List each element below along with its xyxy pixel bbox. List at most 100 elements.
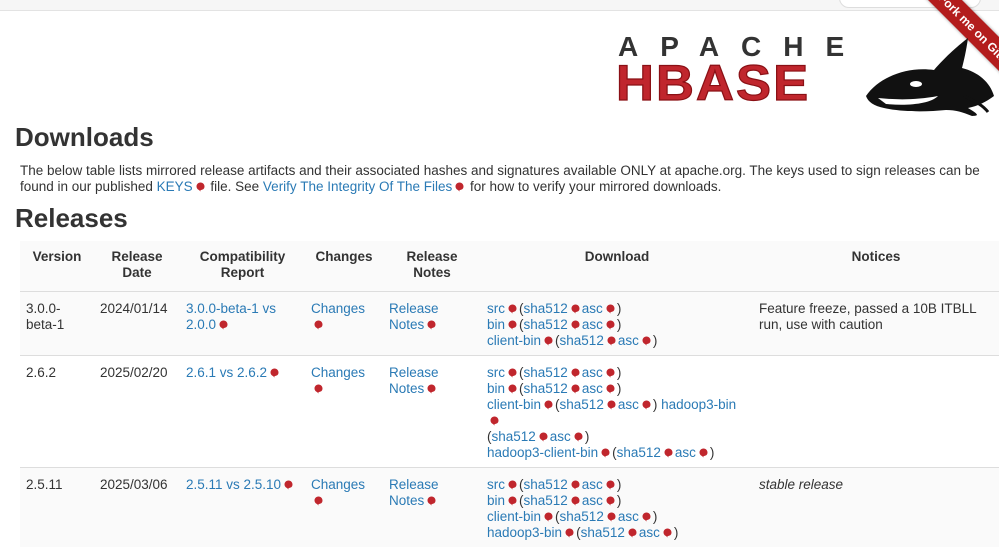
cell-changes: Changes	[305, 468, 383, 547]
client-bin-link[interactable]: client-bin	[487, 397, 541, 412]
src-link[interactable]: src	[487, 301, 505, 316]
sha512-link[interactable]: sha512	[560, 509, 604, 524]
cell-notices	[753, 356, 999, 468]
sha512-link[interactable]: sha512	[581, 525, 625, 540]
orca-icon	[866, 38, 994, 116]
cell-release-notes: Release Notes	[383, 356, 481, 468]
asc-link[interactable]: asc	[582, 493, 603, 508]
asc-link[interactable]: asc	[582, 365, 603, 380]
intro-text-2: file. See	[207, 179, 263, 194]
header-download: Download	[481, 241, 753, 292]
bin-link[interactable]: bin	[487, 493, 505, 508]
asc-link[interactable]: asc	[618, 333, 639, 348]
hadoop3-client-bin-link[interactable]: hadoop3-client-bin	[487, 445, 598, 460]
external-link-icon	[539, 430, 548, 440]
external-link-icon	[642, 398, 651, 408]
asc-link[interactable]: asc	[618, 397, 639, 412]
header-notices: Notices	[753, 241, 999, 292]
cell-download: src(sha512asc) bin(sha512asc) client-bin…	[481, 356, 753, 468]
intro-text-3: for how to verify your mirrored download…	[466, 179, 721, 194]
cell-version: 2.6.2	[20, 356, 94, 468]
sha512-link[interactable]: sha512	[524, 317, 568, 332]
changes-link[interactable]: Changes	[311, 477, 365, 492]
asc-link[interactable]: asc	[582, 301, 603, 316]
external-link-icon	[606, 318, 615, 328]
sha512-link[interactable]: sha512	[524, 365, 568, 380]
sha512-link[interactable]: sha512	[617, 445, 661, 460]
cell-notices: Feature freeze, passed a 10B ITBLL run, …	[753, 292, 999, 356]
external-link-icon	[508, 302, 517, 312]
header-release-notes: Release Notes	[383, 241, 481, 292]
compat-report-link[interactable]: 2.6.1 vs 2.6.2	[186, 365, 267, 380]
sha512-link[interactable]: sha512	[492, 429, 536, 444]
header-changes: Changes	[305, 241, 383, 292]
cell-compat: 2.6.1 vs 2.6.2	[180, 356, 305, 468]
external-link-icon	[508, 478, 517, 488]
sha512-link[interactable]: sha512	[524, 477, 568, 492]
external-link-icon	[699, 446, 708, 456]
hbase-logo[interactable]: APACHE HBASE	[616, 26, 996, 116]
sha512-link[interactable]: sha512	[524, 493, 568, 508]
sha512-link[interactable]: sha512	[524, 381, 568, 396]
changes-link[interactable]: Changes	[311, 301, 365, 316]
external-link-icon	[571, 382, 580, 392]
cell-changes: Changes	[305, 292, 383, 356]
external-link-icon	[571, 478, 580, 488]
sha512-link[interactable]: sha512	[524, 301, 568, 316]
external-link-icon	[571, 366, 580, 376]
page-title: Downloads	[15, 122, 154, 153]
external-link-icon	[427, 318, 436, 328]
hadoop3-bin-link[interactable]: hadoop3-bin	[487, 525, 562, 540]
verify-integrity-link[interactable]: Verify The Integrity Of The Files	[263, 179, 452, 194]
keys-link[interactable]: KEYS	[157, 179, 193, 194]
external-link-icon	[606, 302, 615, 312]
asc-link[interactable]: asc	[582, 317, 603, 332]
cell-release-date: 2025/03/06	[94, 468, 180, 547]
cell-release-date: 2025/02/20	[94, 356, 180, 468]
compat-report-link[interactable]: 2.5.11 vs 2.5.10	[186, 477, 281, 492]
bin-link[interactable]: bin	[487, 317, 505, 332]
asc-link[interactable]: asc	[639, 525, 660, 540]
releases-table: Version Release Date Compatibility Repor…	[20, 241, 999, 547]
intro-paragraph: The below table lists mirrored release a…	[20, 163, 980, 195]
bin-link[interactable]: bin	[487, 381, 505, 396]
external-link-icon	[606, 478, 615, 488]
external-link-icon	[490, 414, 499, 424]
hadoop3-bin-link[interactable]: hadoop3-bin	[661, 397, 736, 412]
releases-heading: Releases	[15, 203, 128, 234]
external-link-icon	[606, 366, 615, 376]
src-link[interactable]: src	[487, 477, 505, 492]
cell-compat: 3.0.0-beta-1 vs 2.0.0	[180, 292, 305, 356]
top-navbar	[0, 0, 999, 11]
cell-release-date: 2024/01/14	[94, 292, 180, 356]
cell-download: src(sha512asc) bin(sha512asc) client-bin…	[481, 292, 753, 356]
header-compatibility-report: Compatibility Report	[180, 241, 305, 292]
client-bin-link[interactable]: client-bin	[487, 333, 541, 348]
table-row: 3.0.0-beta-1 2024/01/14 3.0.0-beta-1 vs …	[20, 292, 999, 356]
changes-link[interactable]: Changes	[311, 365, 365, 380]
asc-link[interactable]: asc	[550, 429, 571, 444]
asc-link[interactable]: asc	[582, 477, 603, 492]
external-link-icon	[664, 446, 673, 456]
asc-link[interactable]: asc	[618, 509, 639, 524]
external-link-icon	[642, 334, 651, 344]
compat-report-link[interactable]: 3.0.0-beta-1 vs 2.0.0	[186, 301, 276, 332]
asc-link[interactable]: asc	[582, 381, 603, 396]
external-link-icon	[606, 382, 615, 392]
asc-link[interactable]: asc	[675, 445, 696, 460]
logo-hbase-text: HBASE	[616, 55, 810, 111]
sha512-link[interactable]: sha512	[560, 397, 604, 412]
cell-download: src(sha512asc) bin(sha512asc) client-bin…	[481, 468, 753, 547]
external-link-icon	[508, 366, 517, 376]
src-link[interactable]: src	[487, 365, 505, 380]
external-link-icon	[314, 382, 323, 392]
sha512-link[interactable]: sha512	[560, 333, 604, 348]
client-bin-link[interactable]: client-bin	[487, 509, 541, 524]
external-link-icon	[607, 398, 616, 408]
cell-compat: 2.5.11 vs 2.5.10	[180, 468, 305, 547]
table-header-row: Version Release Date Compatibility Repor…	[20, 241, 999, 292]
external-link-icon	[663, 526, 672, 536]
cell-release-notes: Release Notes	[383, 468, 481, 547]
cell-version: 2.5.11	[20, 468, 94, 547]
external-link-icon	[427, 382, 436, 392]
